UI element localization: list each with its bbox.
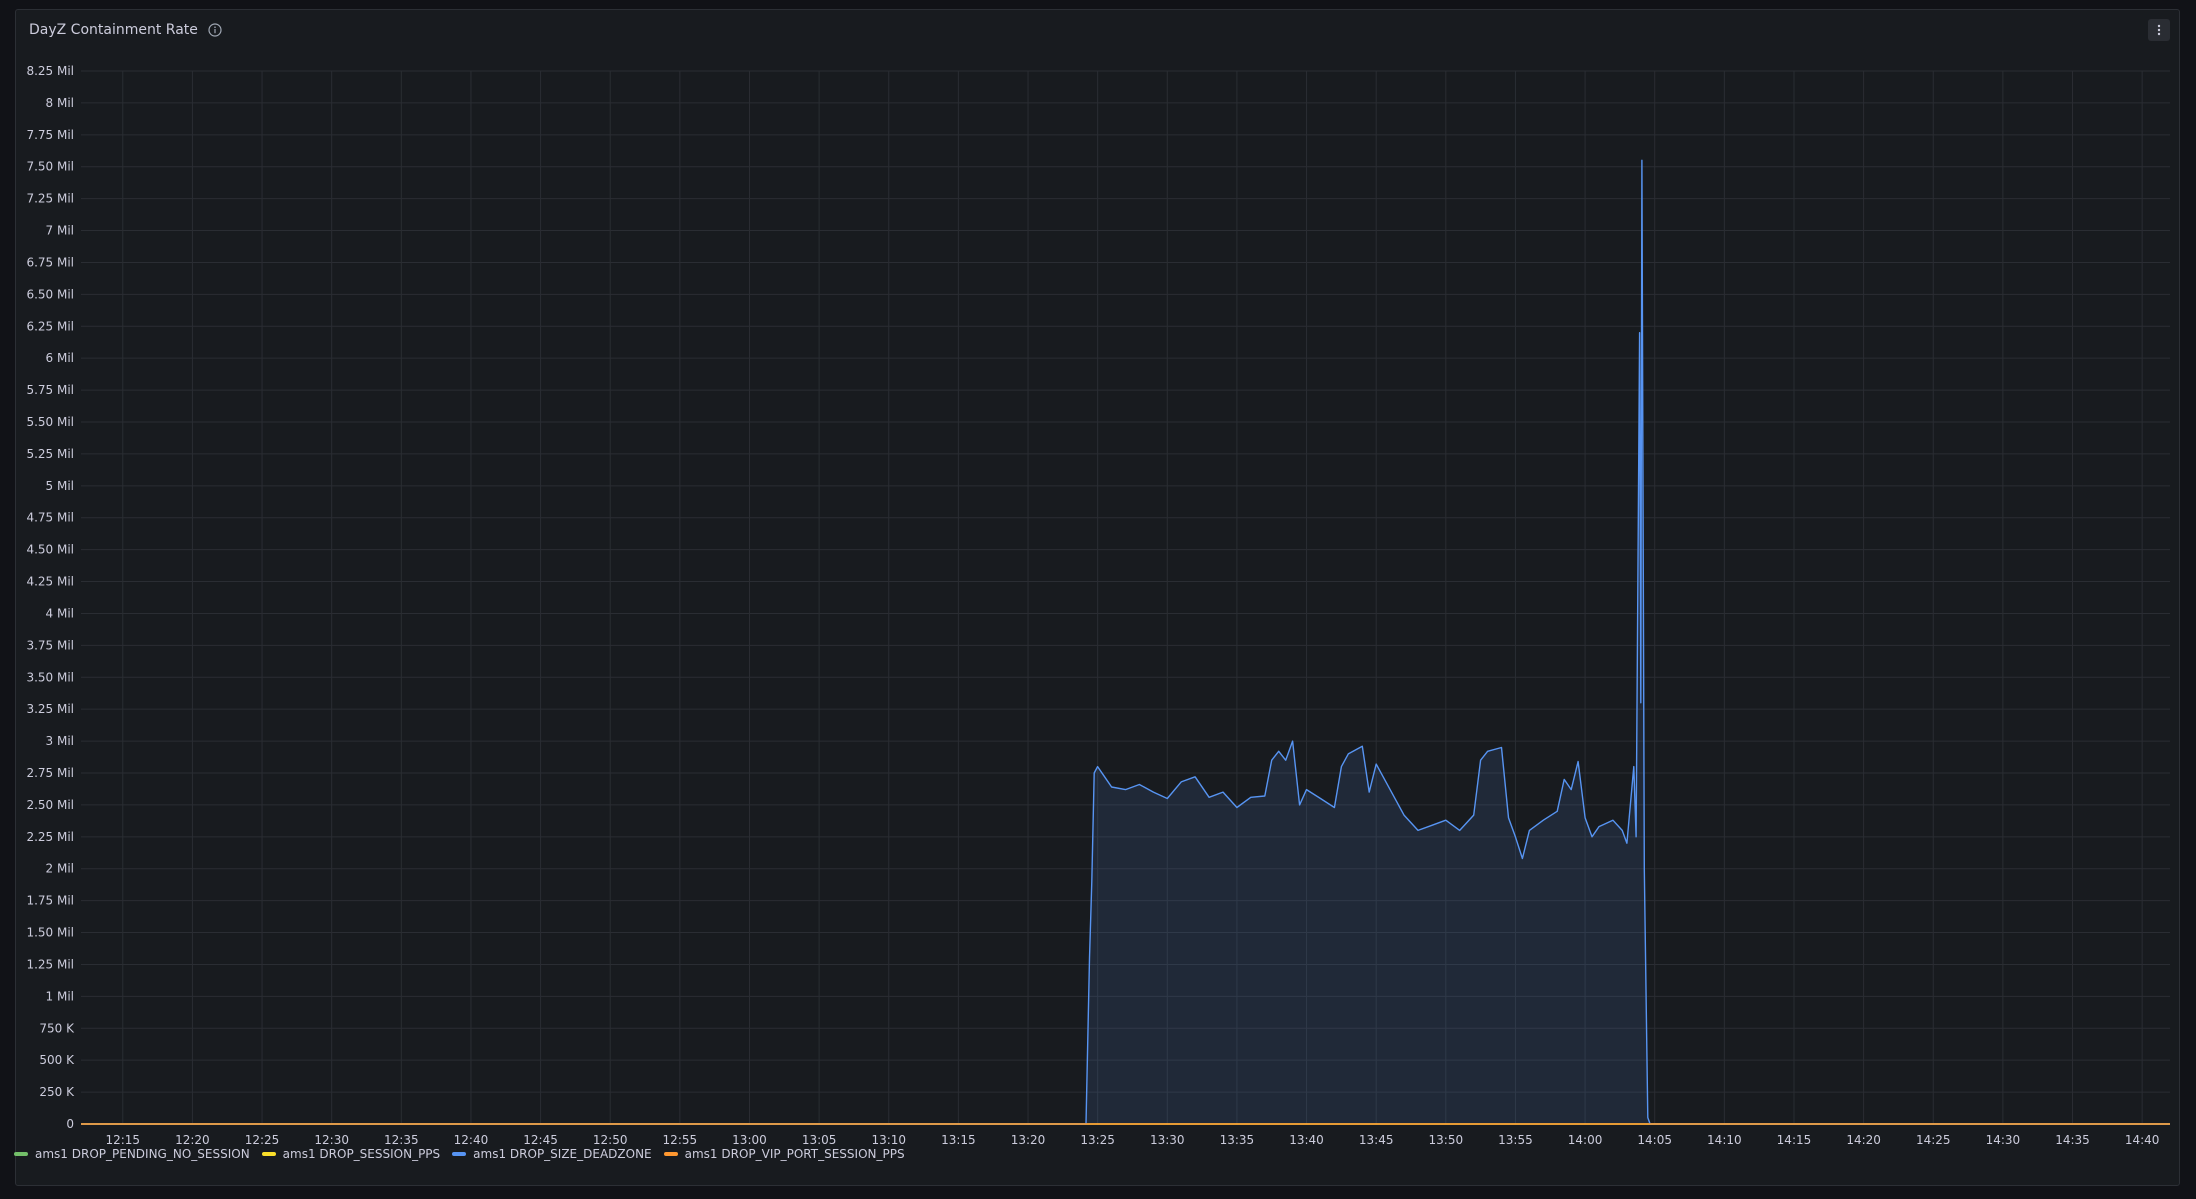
x-tick-label: 14:05 [1637, 1133, 1672, 1147]
y-tick-label: 7.75 Mil [26, 128, 74, 142]
x-tick-label: 13:20 [1011, 1133, 1046, 1147]
y-tick-label: 8.25 Mil [26, 64, 74, 78]
x-tick-label: 12:30 [314, 1133, 349, 1147]
y-tick-label: 3 Mil [46, 734, 74, 748]
y-tick-label: 2.75 Mil [26, 766, 74, 780]
y-tick-label: 4.75 Mil [26, 511, 74, 525]
x-tick-label: 13:15 [941, 1133, 976, 1147]
x-tick-label: 13:00 [732, 1133, 767, 1147]
legend-item[interactable]: ams1 DROP_VIP_PORT_SESSION_PPS [663, 1147, 905, 1161]
x-tick-label: 12:50 [593, 1133, 628, 1147]
y-tick-label: 7 Mil [46, 224, 74, 238]
x-tick-label: 12:40 [454, 1133, 489, 1147]
y-tick-label: 7.50 Mil [26, 160, 74, 174]
x-tick-label: 14:15 [1777, 1133, 1812, 1147]
x-tick-label: 14:20 [1846, 1133, 1881, 1147]
y-tick-label: 6 Mil [46, 351, 74, 365]
y-tick-label: 3.75 Mil [26, 638, 74, 652]
x-tick-label: 13:30 [1150, 1133, 1185, 1147]
y-axis: 0 250 K 500 K 750 K 1 Mil 1.25 Mil 1.50 Mil 1.7… [26, 64, 75, 1131]
legend-item[interactable]: ams1 DROP_SIZE_DEADZONE [452, 1147, 652, 1161]
legend-swatch [14, 1152, 28, 1156]
y-tick-label: 5.75 Mil [26, 383, 74, 397]
y-tick-label: 0 [66, 1117, 74, 1131]
x-tick-label: 13:35 [1220, 1133, 1255, 1147]
y-tick-label: 6.25 Mil [26, 319, 74, 333]
y-tick-label: 750 K [39, 1021, 75, 1035]
y-tick-label: 7.25 Mil [26, 192, 74, 206]
x-tick-label: 13:55 [1498, 1133, 1533, 1147]
y-tick-label: 4 Mil [46, 606, 74, 620]
x-tick-label: 13:10 [871, 1133, 906, 1147]
y-tick-label: 6.50 Mil [26, 287, 74, 301]
x-tick-label: 13:40 [1289, 1133, 1324, 1147]
y-tick-label: 3.50 Mil [26, 670, 74, 684]
y-tick-label: 6.75 Mil [26, 255, 74, 269]
y-tick-label: 5.50 Mil [26, 415, 74, 429]
y-tick-label: 4.50 Mil [26, 543, 74, 557]
chart-series [81, 159, 2170, 1125]
x-tick-label: 12:20 [175, 1133, 210, 1147]
legend-item[interactable]: ams1 DROP_PENDING_NO_SESSION [14, 1147, 250, 1161]
chart-legend: ams1 DROP_PENDING_NO_SESSION ams1 DROP_SE… [14, 1147, 905, 1161]
legend-item[interactable]: ams1 DROP_SESSION_PPS [261, 1147, 441, 1161]
x-tick-label: 12:15 [105, 1133, 140, 1147]
x-tick-label: 14:00 [1568, 1133, 1603, 1147]
x-tick-label: 13:45 [1359, 1133, 1394, 1147]
x-tick-label: 13:50 [1429, 1133, 1464, 1147]
y-tick-label: 1.50 Mil [26, 926, 74, 940]
y-tick-label: 2 Mil [46, 862, 74, 876]
x-tick-label: 13:25 [1080, 1133, 1115, 1147]
x-tick-label: 14:30 [1986, 1133, 2021, 1147]
y-tick-label: 3.25 Mil [26, 702, 74, 716]
x-tick-label: 12:45 [523, 1133, 558, 1147]
y-tick-label: 1.25 Mil [26, 957, 74, 971]
legend-label: ams1 DROP_SESSION_PPS [282, 1147, 441, 1161]
x-tick-label: 14:40 [2125, 1133, 2160, 1147]
y-tick-label: 250 K [39, 1085, 75, 1099]
x-tick-label: 14:35 [2055, 1133, 2090, 1147]
legend-swatch [452, 1152, 467, 1156]
y-tick-label: 5 Mil [46, 479, 74, 493]
y-tick-label: 500 K [39, 1053, 75, 1067]
x-tick-label: 12:25 [245, 1133, 280, 1147]
y-tick-label: 4.25 Mil [26, 575, 74, 589]
legend-label: ams1 DROP_PENDING_NO_SESSION [35, 1147, 250, 1161]
series-area [81, 160, 2170, 1125]
y-tick-label: 2.25 Mil [26, 830, 74, 844]
legend-label: ams1 DROP_VIP_PORT_SESSION_PPS [684, 1147, 905, 1161]
legend-swatch [261, 1152, 276, 1156]
legend-label: ams1 DROP_SIZE_DEADZONE [473, 1147, 652, 1161]
y-tick-label: 8 Mil [46, 96, 74, 110]
x-tick-label: 13:05 [802, 1133, 837, 1147]
x-axis: 12:15 12:20 12:25 12:30 12:35 12:40 12:45 12:50… [105, 1133, 2159, 1147]
x-tick-label: 14:10 [1707, 1133, 1742, 1147]
x-tick-label: 14:25 [1916, 1133, 1951, 1147]
time-series-chart[interactable]: 0 250 K 500 K 750 K 1 Mil 1.25 Mil 1.50 Mil 1.7… [0, 0, 2196, 1199]
x-tick-label: 12:35 [384, 1133, 419, 1147]
legend-swatch [663, 1152, 678, 1156]
y-tick-label: 2.50 Mil [26, 798, 74, 812]
x-tick-label: 12:55 [663, 1133, 698, 1147]
y-tick-label: 5.25 Mil [26, 447, 74, 461]
y-tick-label: 1 Mil [46, 989, 74, 1003]
y-tick-label: 1.75 Mil [26, 894, 74, 908]
